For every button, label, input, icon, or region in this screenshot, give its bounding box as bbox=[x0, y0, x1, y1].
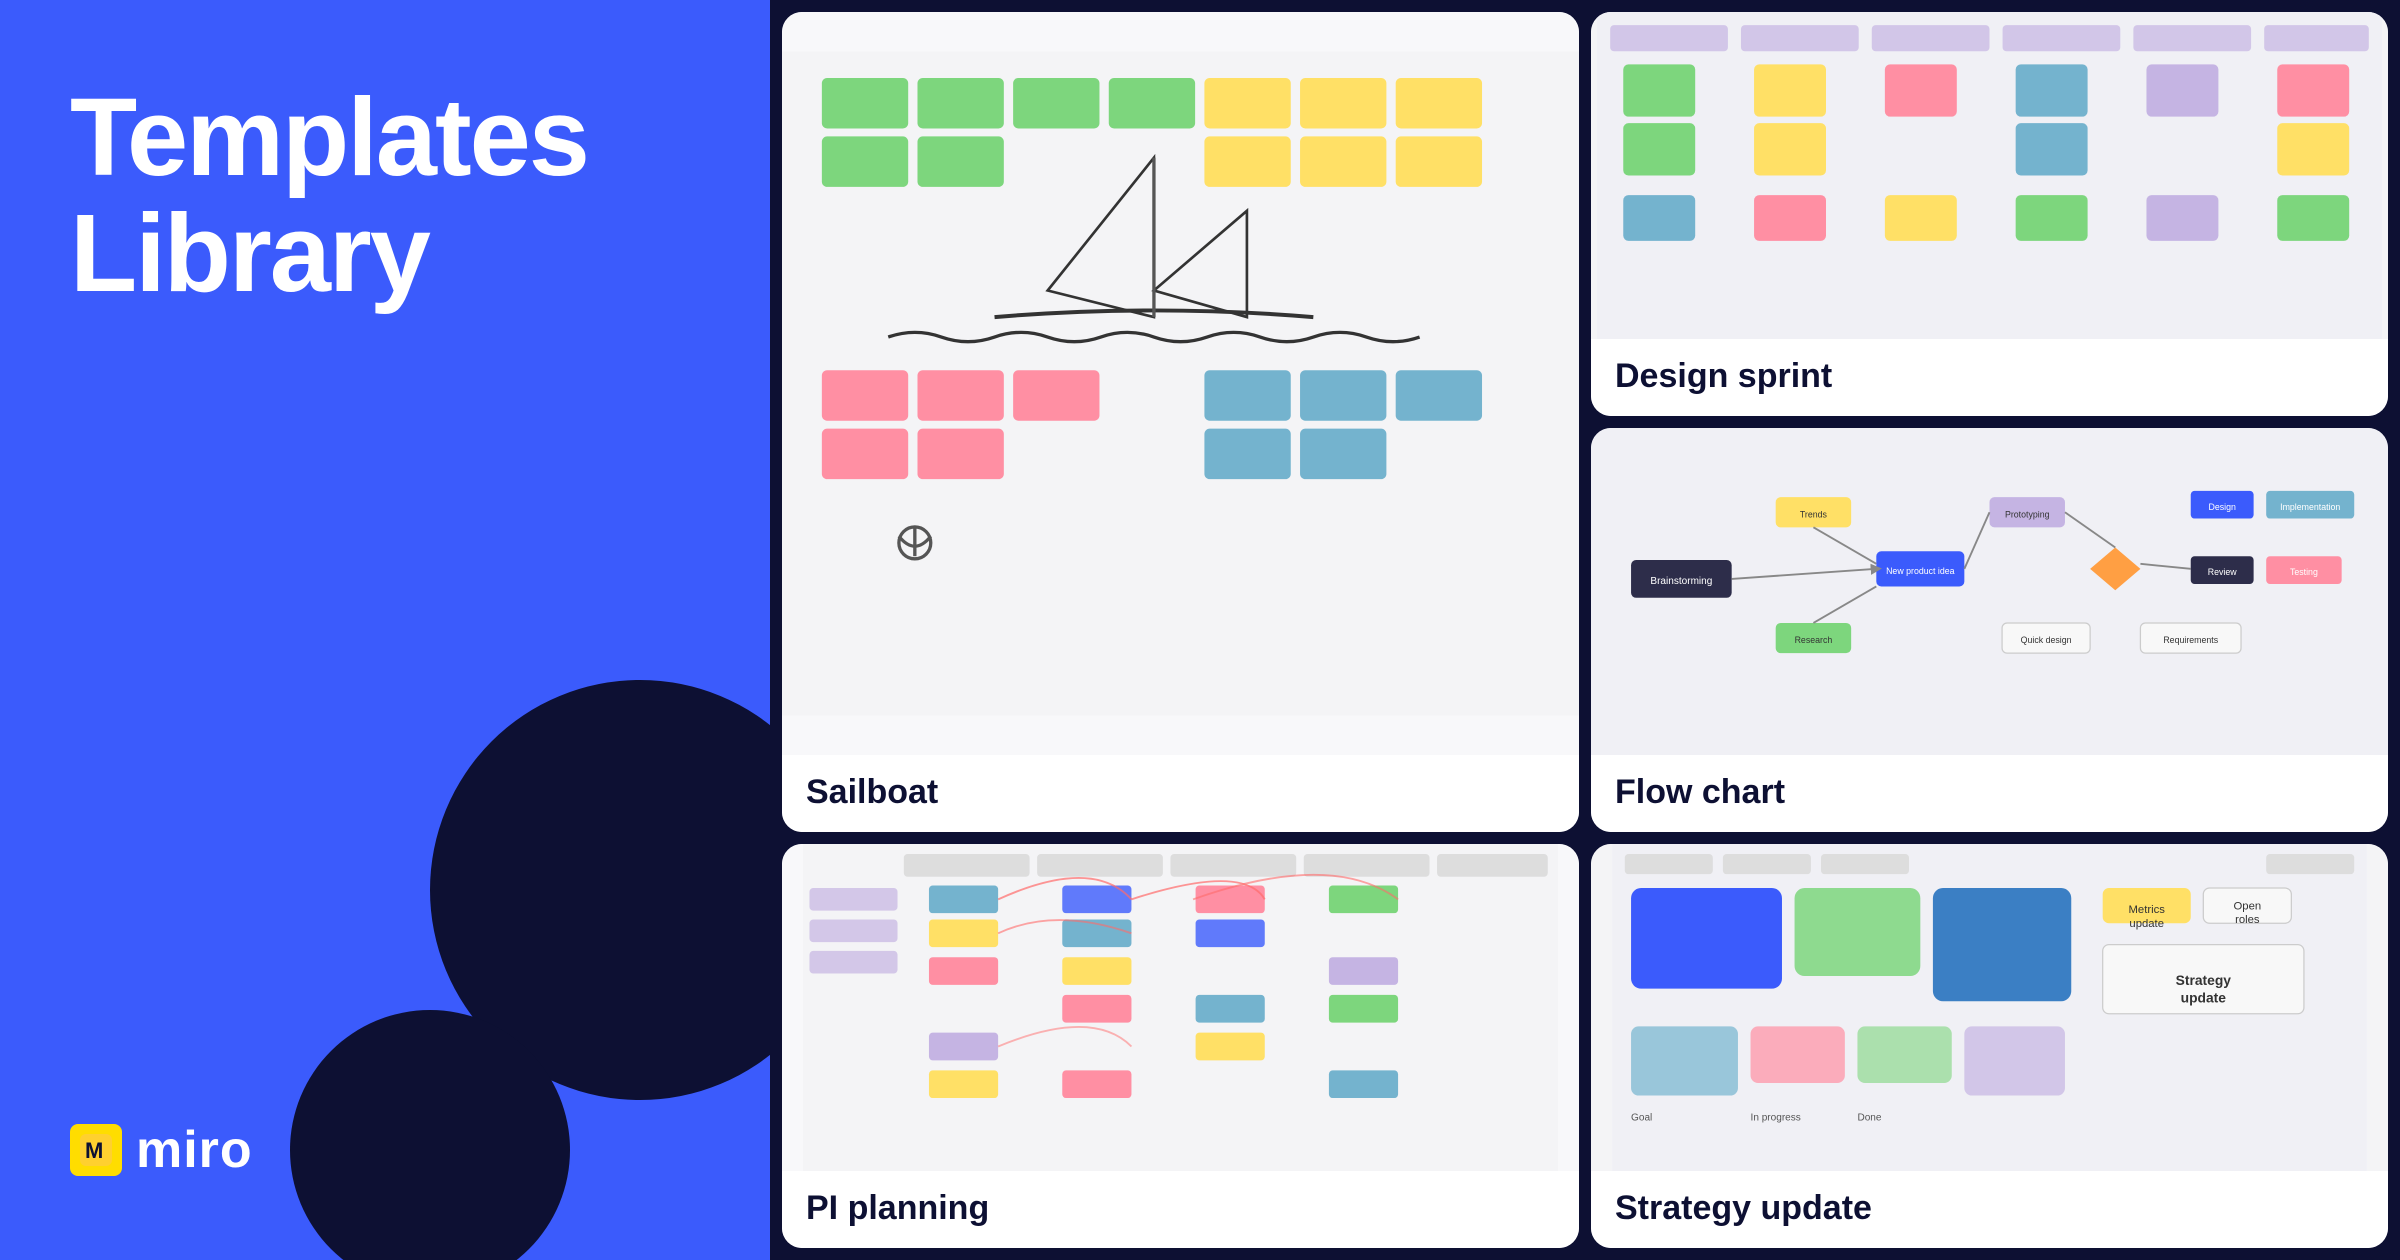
svg-text:Trends: Trends bbox=[1800, 509, 1828, 519]
svg-text:New product idea: New product idea bbox=[1886, 566, 1955, 576]
svg-text:In progress: In progress bbox=[1751, 1113, 1801, 1124]
strategy-preview: Metrics update Open roles Strategy updat… bbox=[1591, 844, 2388, 1171]
svg-text:Research: Research bbox=[1795, 635, 1833, 645]
svg-text:Done: Done bbox=[1857, 1113, 1881, 1124]
flow-chart-card[interactable]: Brainstorming Trends New product idea Pr… bbox=[1591, 428, 2388, 832]
svg-text:Quick design: Quick design bbox=[2021, 635, 2072, 645]
pi-planning-label: PI planning bbox=[782, 1171, 1579, 1248]
design-sprint-label: Design sprint bbox=[1591, 339, 2388, 416]
svg-text:Goal: Goal bbox=[1631, 1113, 1652, 1124]
svg-text:roles: roles bbox=[2235, 914, 2260, 926]
svg-text:Testing: Testing bbox=[2290, 567, 2318, 577]
brand-name: miro bbox=[136, 1120, 253, 1180]
pi-planning-card[interactable]: PI planning bbox=[782, 844, 1579, 1248]
svg-text:Strategy: Strategy bbox=[2176, 972, 2232, 988]
right-panel: Sailboat bbox=[770, 0, 2400, 1260]
svg-text:Requirements: Requirements bbox=[2163, 635, 2218, 645]
svg-text:Implementation: Implementation bbox=[2280, 502, 2340, 512]
design-sprint-card[interactable]: Design sprint bbox=[1591, 12, 2388, 416]
left-panel: Templates Library M miro bbox=[0, 0, 770, 1260]
page-title: Templates Library bbox=[70, 80, 700, 311]
svg-text:update: update bbox=[2129, 918, 2164, 930]
pi-planning-preview bbox=[782, 844, 1579, 1171]
strategy-label: Strategy update bbox=[1591, 1171, 2388, 1248]
svg-text:Metrics: Metrics bbox=[2129, 904, 2166, 916]
svg-text:Brainstorming: Brainstorming bbox=[1650, 576, 1712, 587]
svg-text:update: update bbox=[2181, 989, 2227, 1005]
sailboat-label: Sailboat bbox=[782, 755, 1579, 832]
flow-chart-label: Flow chart bbox=[1591, 755, 2388, 832]
flow-chart-preview: Brainstorming Trends New product idea Pr… bbox=[1591, 428, 2388, 755]
svg-text:Open: Open bbox=[2234, 900, 2262, 912]
miro-logo: M miro bbox=[70, 1120, 700, 1180]
svg-text:Prototyping: Prototyping bbox=[2005, 509, 2050, 519]
sailboat-card[interactable]: Sailboat bbox=[782, 12, 1579, 832]
miro-icon: M bbox=[70, 1124, 122, 1176]
strategy-card[interactable]: Metrics update Open roles Strategy updat… bbox=[1591, 844, 2388, 1248]
title-line-1: Templates bbox=[70, 80, 700, 196]
svg-text:Design: Design bbox=[2208, 502, 2235, 512]
svg-text:M: M bbox=[85, 1138, 103, 1163]
design-sprint-preview bbox=[1591, 12, 2388, 339]
title-line-2: Library bbox=[70, 196, 700, 312]
svg-text:Review: Review bbox=[2208, 567, 2237, 577]
sailboat-preview bbox=[782, 12, 1579, 755]
